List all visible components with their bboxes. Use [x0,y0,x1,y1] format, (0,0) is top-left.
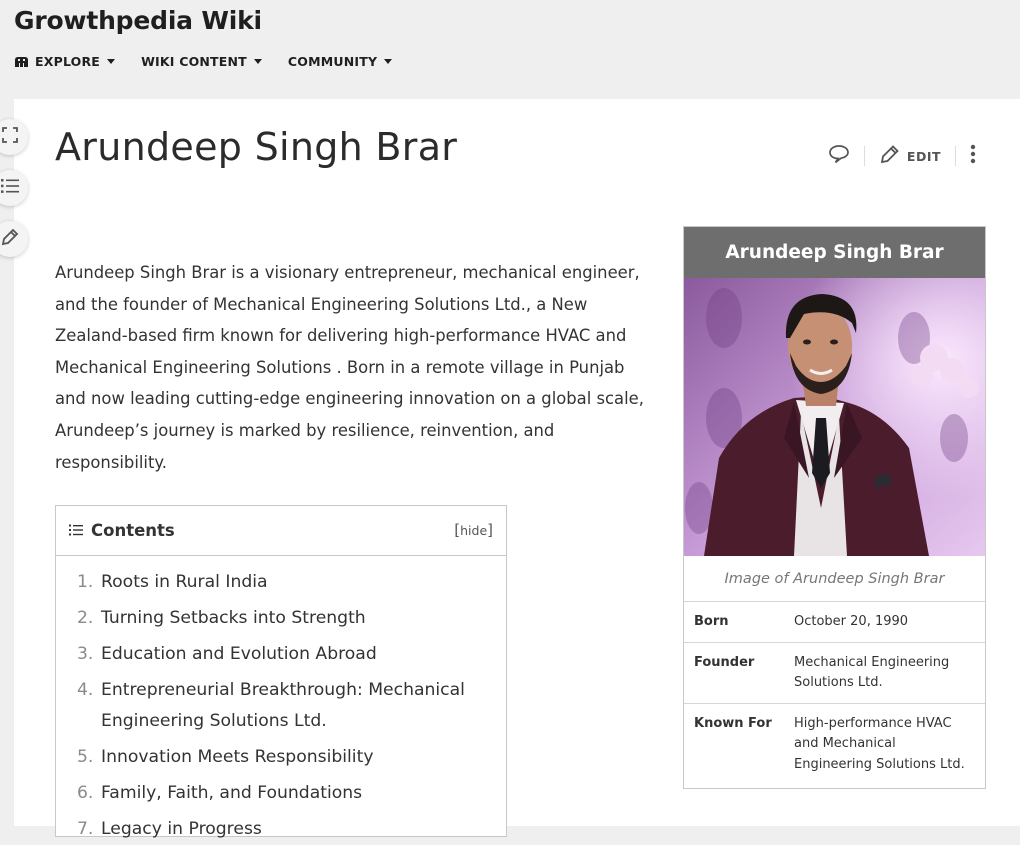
top-nav: EXPLORE WIKI CONTENT COMMUNITY [14,54,418,69]
table-of-contents-icon [0,178,20,198]
toc-item[interactable]: 5. Innovation Meets Responsibility [77,742,506,773]
infobox-row-born: Born October 20, 1990 [684,601,985,642]
kebab-menu-icon [970,144,976,168]
toc-number: 5. [77,747,94,767]
pencil-icon [879,143,901,169]
toc-item[interactable]: 1. Roots in Rural India [77,567,506,598]
toc-item[interactable]: 4. Entrepreneurial Breakthrough: Mechanic… [77,675,506,737]
toc-number: 3. [77,644,94,664]
infobox-row-founder: Founder Mechanical Engineering Solutions… [684,641,985,703]
toc-item[interactable]: 3. Education and Evolution Abroad [77,639,506,670]
toc-link[interactable]: Education and Evolution Abroad [101,639,506,670]
toc-link[interactable]: Roots in Rural India [101,567,506,598]
toc-hide-toggle[interactable]: [hide] [454,521,493,539]
nav-wiki-content[interactable]: WIKI CONTENT [141,54,262,69]
page-title: Arundeep Singh Brar [55,125,458,169]
toc-header: Contents [hide] [56,506,506,556]
toc-number: 6. [77,783,94,803]
nav-community-label: COMMUNITY [287,54,378,69]
pencil-icon [0,227,20,251]
toc-number: 1. [77,572,94,592]
infobox-label: Born [694,614,729,629]
infobox-label: Founder [694,654,755,670]
fullscreen-button[interactable] [0,119,28,155]
chevron-down-icon [384,59,393,64]
toc-hide-link[interactable]: hide [460,523,487,538]
nav-explore-label: EXPLORE [35,54,101,69]
speech-bubble-icon [828,144,850,168]
toc-list: 1. Roots in Rural India 2. Turning Setback… [56,556,506,845]
bracket-close: ] [487,521,493,539]
toc-link[interactable]: Legacy in Progress [101,814,506,845]
infobox-caption: Image of Arundeep Singh Brar [724,571,945,587]
nav-community[interactable]: COMMUNITY [287,54,393,69]
article-intro: Arundeep Singh Brar is a visionary entre… [55,263,644,472]
toc-link[interactable]: Entrepreneurial Breakthrough: Mechanical… [101,675,506,737]
toc-number: 2. [77,608,94,628]
chevron-down-icon [107,59,116,64]
toc-item[interactable]: 7. Legacy in Progress [77,814,506,845]
infobox-label: Known For [694,715,772,731]
wiki-name[interactable]: Growthpedia Wiki [14,6,262,35]
toc-link[interactable]: Turning Setbacks into Strength [101,603,506,634]
infobox-row-known-for: Known For High-performance HVAC and Mech… [684,702,985,785]
chevron-down-icon [253,59,262,64]
infobox: Arundeep Singh Brar Image of Arundeep Si… [683,226,986,789]
toc-link[interactable]: Family, Faith, and Foundations [101,778,506,809]
toc-link[interactable]: Innovation Meets Responsibility [101,742,506,773]
edit-label: EDIT [906,148,941,164]
infobox-value: Mechanical Engineering Solutions Ltd. [794,654,950,691]
toc-item[interactable]: 6. Family, Faith, and Foundations [77,778,506,809]
explore-icon [14,56,29,68]
nav-explore[interactable]: EXPLORE [14,54,116,69]
toc-title: Contents [91,521,175,540]
toc-toggle-button[interactable] [0,170,28,206]
divider [863,146,865,166]
nav-wiki-content-label: WIKI CONTENT [141,54,247,69]
edit-tool-button[interactable] [0,221,28,257]
infobox-value: High-performance HVAC and Mechanical Eng… [794,715,965,772]
infobox-value: October 20, 1990 [794,614,909,629]
more-actions-button[interactable] [970,144,976,168]
fullscreen-icon [1,126,19,148]
comment-button[interactable] [828,144,850,168]
edit-button[interactable]: EDIT [879,143,941,169]
toc-item[interactable]: 2. Turning Setbacks into Strength [77,603,506,634]
infobox-photo[interactable] [684,278,985,556]
page-actions: EDIT [828,143,976,169]
toc-number: 4. [77,680,94,700]
divider [955,146,956,166]
table-of-contents: Contents [hide] 1. Roots in Rural India 2… [55,505,507,839]
article-page: Arundeep Singh Brar EDIT Arundeep Singh … [0,99,1020,839]
infobox-title: Arundeep Singh Brar [684,227,985,278]
toc-number: 7. [77,819,94,839]
toc-list-icon [69,521,83,540]
